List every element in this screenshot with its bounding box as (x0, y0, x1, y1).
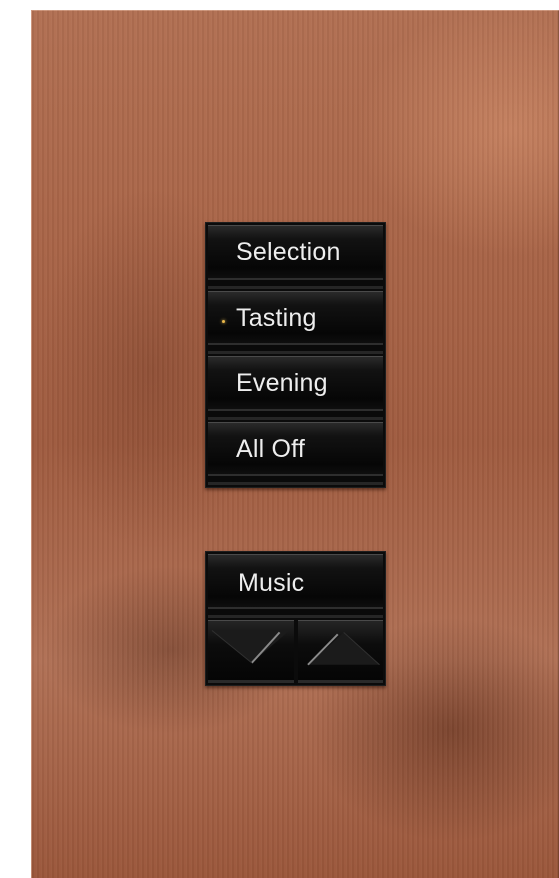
lower-ramp-icon (211, 630, 290, 664)
music-button-label: Music (238, 569, 305, 597)
selection-button[interactable]: Selection (208, 225, 383, 289)
scene-button-group: Selection Tasting Evening All Off (205, 222, 386, 488)
all-off-button[interactable]: All Off (208, 421, 383, 485)
music-control-group: Music (205, 551, 386, 686)
volume-lower-button[interactable] (208, 620, 294, 683)
music-volume-rocker (208, 620, 383, 683)
tasting-button-label: Tasting (236, 303, 317, 332)
evening-button[interactable]: Evening (208, 356, 383, 420)
tasting-button[interactable]: Tasting (208, 290, 383, 354)
tasting-led-indicator (222, 319, 225, 323)
music-button[interactable]: Music (208, 554, 383, 618)
evening-button-label: Evening (236, 369, 328, 397)
selection-button-label: Selection (236, 238, 341, 266)
volume-raise-button[interactable] (297, 620, 383, 683)
keypad-screen: Selection Tasting Evening All Off Music (0, 0, 559, 878)
raise-ramp-icon (306, 632, 380, 666)
all-off-button-label: All Off (236, 434, 306, 463)
